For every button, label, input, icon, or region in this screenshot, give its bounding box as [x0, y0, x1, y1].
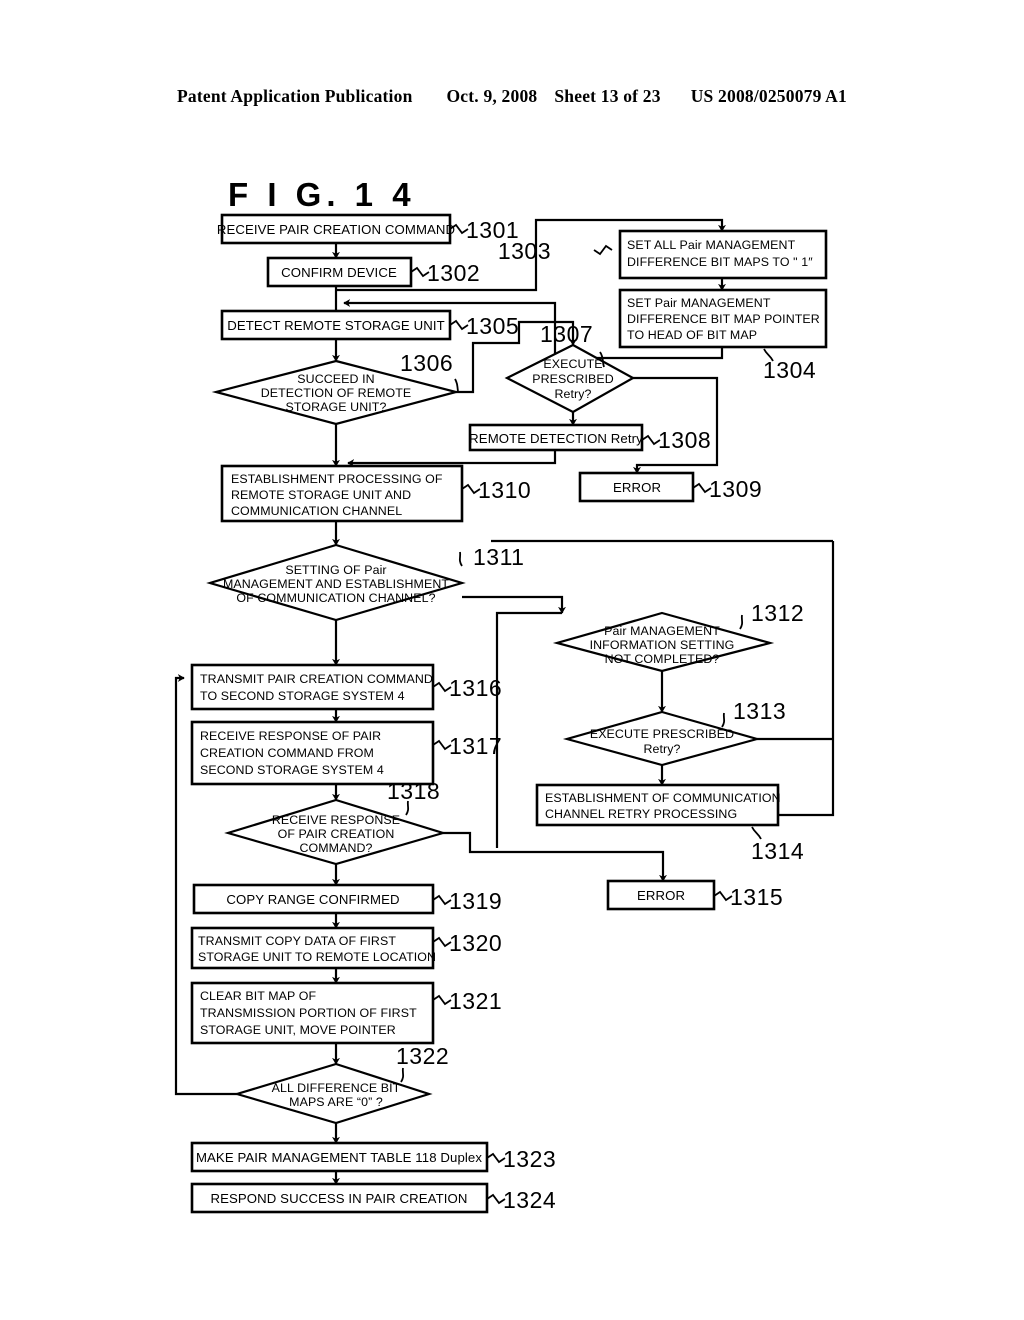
node-1305-ref: 1305 — [466, 313, 519, 339]
node-1306-label-line3: STORAGE UNIT? — [286, 400, 387, 414]
node-1322-ref: 1322 — [396, 1043, 449, 1069]
node-1307-label-line3: Retry? — [554, 387, 591, 401]
node-1312-ref: 1312 — [751, 600, 804, 626]
node-1315-ref: 1315 — [730, 884, 783, 910]
node-1321[interactable]: CLEAR BIT MAP OF TRANSMISSION PORTION OF… — [190, 981, 502, 1045]
node-1320[interactable]: TRANSMIT COPY DATA OF FIRST STORAGE UNIT… — [190, 926, 502, 970]
node-1321-label-line3: STORAGE UNIT, MOVE POINTER — [200, 1023, 396, 1037]
node-1322-label-line2: MAPS ARE “0” ? — [289, 1095, 383, 1109]
node-1311-label-line1: SETTING OF Pair — [285, 563, 386, 577]
node-1315-label: ERROR — [637, 888, 685, 903]
node-1301-label: RECEIVE PAIR CREATION COMMAND — [217, 222, 455, 237]
node-1323[interactable]: MAKE PAIR MANAGEMENT TABLE 118 Duplex 13… — [190, 1141, 556, 1173]
node-1307-label-line1: EXECUTE — [543, 357, 602, 371]
node-1302[interactable]: CONFIRM DEVICE 1302 — [266, 256, 480, 288]
node-1319[interactable]: COPY RANGE CONFIRMED 1319 — [192, 883, 502, 915]
node-1303-label-line2: DIFFERENCE BIT MAPS TO " 1″ — [627, 255, 813, 269]
node-1324-label: RESPOND SUCCESS IN PAIR CREATION — [211, 1191, 468, 1206]
node-1321-ref: 1321 — [449, 988, 502, 1014]
node-1317-label-line2: CREATION COMMAND FROM — [200, 746, 374, 760]
node-1304-label-line1: SET Pair MANAGEMENT — [627, 296, 771, 310]
node-1306-label-line2: DETECTION OF REMOTE — [261, 386, 412, 400]
node-1316-label-line2: TO SECOND STORAGE SYSTEM 4 — [200, 689, 405, 703]
node-1304-label-line2: DIFFERENCE BIT MAP POINTER — [627, 312, 820, 326]
node-1309[interactable]: ERROR 1309 — [578, 471, 762, 503]
node-1320-label-line1: TRANSMIT COPY DATA OF FIRST — [198, 934, 396, 948]
node-1311-label-line3: OF COMMUNICATION CHANNEL? — [236, 591, 435, 605]
node-1305[interactable]: DETECT REMOTE STORAGE UNIT 1305 — [220, 309, 519, 341]
node-1317-label-line1: RECEIVE RESPONSE OF PAIR — [200, 729, 381, 743]
node-1317-label-line3: SECOND STORAGE SYSTEM 4 — [200, 763, 384, 777]
node-1313-ref: 1313 — [733, 698, 786, 724]
node-1304-ref: 1304 — [763, 357, 816, 383]
node-1305-label: DETECT REMOTE STORAGE UNIT — [227, 318, 445, 333]
node-1312-label-line1: Pair MANAGEMENT — [604, 624, 720, 638]
node-1309-label: ERROR — [613, 480, 661, 495]
figure-title: F I G. 1 4 — [228, 176, 416, 213]
node-1310-label-line1: ESTABLISHMENT PROCESSING OF — [231, 472, 443, 486]
node-1321-label-line1: CLEAR BIT MAP OF — [200, 989, 316, 1003]
node-1307-ref: 1307 — [540, 321, 593, 347]
node-1303[interactable]: SET ALL Pair MANAGEMENT DIFFERENCE BIT M… — [498, 229, 828, 280]
node-1310-ref: 1310 — [478, 477, 531, 503]
node-1316-label-line1: TRANSMIT PAIR CREATION COMMAND — [200, 672, 433, 686]
node-1314-label-line1: ESTABLISHMENT OF COMMUNICATION — [545, 791, 781, 805]
node-1313-label-line1: EXECUTE PRESCRIBED — [590, 727, 734, 741]
node-1311-ref: 1311 — [473, 544, 524, 570]
node-1320-ref: 1320 — [449, 930, 502, 956]
node-1310-label-line2: REMOTE STORAGE UNIT AND — [231, 488, 411, 502]
node-1314-ref: 1314 — [751, 838, 804, 864]
node-1320-label-line2: STORAGE UNIT TO REMOTE LOCATION — [198, 950, 436, 964]
node-1310-label-line3: COMMUNICATION CHANNEL — [231, 504, 402, 518]
node-1318-label-line3: COMMAND? — [299, 841, 372, 855]
node-1316[interactable]: TRANSMIT PAIR CREATION COMMAND TO SECOND… — [190, 663, 502, 711]
node-1319-label: COPY RANGE CONFIRMED — [226, 892, 399, 907]
node-1317[interactable]: RECEIVE RESPONSE OF PAIR CREATION COMMAN… — [190, 720, 502, 786]
node-1322-label-line1: ALL DIFFERENCE BIT — [272, 1081, 401, 1095]
node-1314-label-line2: CHANNEL RETRY PROCESSING — [545, 807, 737, 821]
node-1311[interactable]: SETTING OF Pair MANAGEMENT AND ESTABLISH… — [206, 543, 524, 622]
node-1304[interactable]: SET Pair MANAGEMENT DIFFERENCE BIT MAP P… — [618, 288, 828, 383]
node-1301[interactable]: RECEIVE PAIR CREATION COMMAND 1301 — [217, 213, 519, 245]
node-1306-label-line1: SUCCEED IN — [297, 372, 374, 386]
node-1323-ref: 1323 — [503, 1146, 556, 1172]
node-1302-ref: 1302 — [427, 260, 480, 286]
node-1308-ref: 1308 — [658, 427, 711, 453]
node-1312-label-line2: INFORMATION SETTING — [590, 638, 735, 652]
node-1308[interactable]: REMOTE DETECTION Retry 1308 — [468, 423, 711, 453]
node-1302-label: CONFIRM DEVICE — [281, 265, 397, 280]
node-1316-ref: 1316 — [449, 675, 502, 701]
node-1323-label: MAKE PAIR MANAGEMENT TABLE 118 Duplex — [196, 1150, 482, 1165]
node-1306[interactable]: SUCCEED IN DETECTION OF REMOTE STORAGE U… — [211, 350, 461, 426]
node-1304-label-line3: TO HEAD OF BIT MAP — [627, 328, 757, 342]
node-1312[interactable]: Pair MANAGEMENT INFORMATION SETTING NOT … — [552, 600, 804, 673]
node-1313-label-line2: Retry? — [643, 742, 680, 756]
node-1307-label-line2: PRESCRIBED — [532, 372, 614, 386]
node-1303-label-line1: SET ALL Pair MANAGEMENT — [627, 238, 796, 252]
node-1324[interactable]: RESPOND SUCCESS IN PAIR CREATION 1324 — [190, 1182, 556, 1214]
node-1303-ref: 1303 — [498, 238, 551, 264]
node-1319-ref: 1319 — [449, 888, 502, 914]
node-1310[interactable]: ESTABLISHMENT PROCESSING OF REMOTE STORA… — [220, 464, 531, 523]
node-1312-label-line3: NOT COMPLETED? — [605, 652, 720, 666]
flowchart-figure: F I G. 1 4 RECEIVE PAIR CREATION COMMAND… — [0, 0, 1024, 1320]
node-1321-label-line2: TRANSMISSION PORTION OF FIRST — [200, 1006, 417, 1020]
node-1308-label: REMOTE DETECTION Retry — [469, 431, 643, 446]
node-1309-ref: 1309 — [709, 476, 762, 502]
node-1324-ref: 1324 — [503, 1187, 556, 1213]
node-1318-ref: 1318 — [387, 778, 440, 804]
node-1315[interactable]: ERROR 1315 — [606, 879, 783, 911]
node-1313[interactable]: EXECUTE PRESCRIBED Retry? 1313 — [562, 698, 786, 767]
node-1306-ref: 1306 — [400, 350, 453, 376]
node-1311-label-line2: MANAGEMENT AND ESTABLISHMENT — [223, 577, 449, 591]
node-1318-label-line1: RECEIVE RESPONSE — [272, 813, 400, 827]
node-1307[interactable]: EXECUTE PRESCRIBED Retry? 1307 — [504, 321, 636, 414]
node-1322[interactable]: ALL DIFFERENCE BIT MAPS ARE “0” ? 1322 — [233, 1043, 449, 1125]
node-1318-label-line2: OF PAIR CREATION — [278, 827, 395, 841]
node-1317-ref: 1317 — [449, 733, 502, 759]
